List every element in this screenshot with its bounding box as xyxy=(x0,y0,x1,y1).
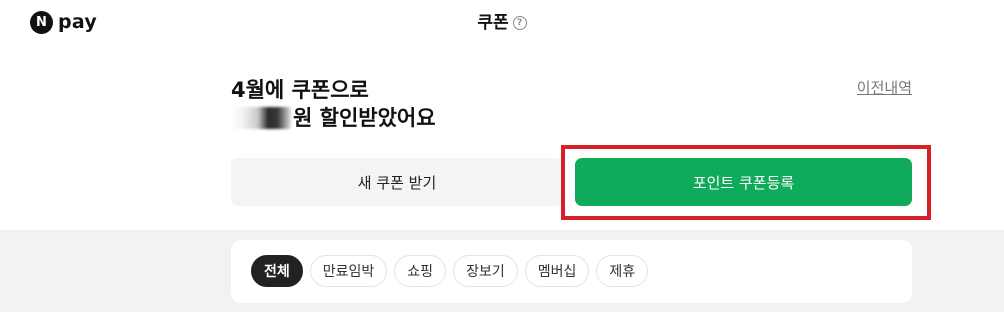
filter-chips: 전체 만료임박 쇼핑 장보기 멤버십 제휴 xyxy=(251,255,649,287)
filter-chip-all[interactable]: 전체 xyxy=(251,255,303,287)
register-coupon-button[interactable]: 포인트 쿠폰등록 xyxy=(575,158,912,206)
filter-card: 전체 만료임박 쇼핑 장보기 멤버십 제휴 xyxy=(231,240,912,303)
filter-chip-shopping[interactable]: 쇼핑 xyxy=(394,255,447,287)
new-coupon-button[interactable]: 새 쿠폰 받기 xyxy=(231,158,563,206)
help-icon[interactable]: ? xyxy=(512,16,527,30)
summary-line-1: 4월에 쿠폰으로 xyxy=(231,78,369,102)
history-link[interactable]: 이전내역 xyxy=(857,78,912,98)
coupon-summary: 4월에 쿠폰으로 원 할인받았어요 xyxy=(231,76,531,132)
filter-chip-grocery[interactable]: 장보기 xyxy=(453,255,518,287)
filter-section: 전체 만료임박 쇼핑 장보기 멤버십 제휴 xyxy=(0,230,1004,312)
page-title-text: 쿠폰 xyxy=(477,13,509,33)
masked-amount xyxy=(231,107,291,129)
filter-chip-partner[interactable]: 제휴 xyxy=(596,255,649,287)
summary-line-2: 원 할인받았어요 xyxy=(231,104,531,132)
filter-chip-expiring[interactable]: 만료임박 xyxy=(309,255,388,287)
filter-chip-membership[interactable]: 멤버십 xyxy=(524,255,590,287)
page-title: 쿠폰 ? xyxy=(0,11,1004,35)
summary-line-2-text: 원 할인받았어요 xyxy=(293,106,436,130)
